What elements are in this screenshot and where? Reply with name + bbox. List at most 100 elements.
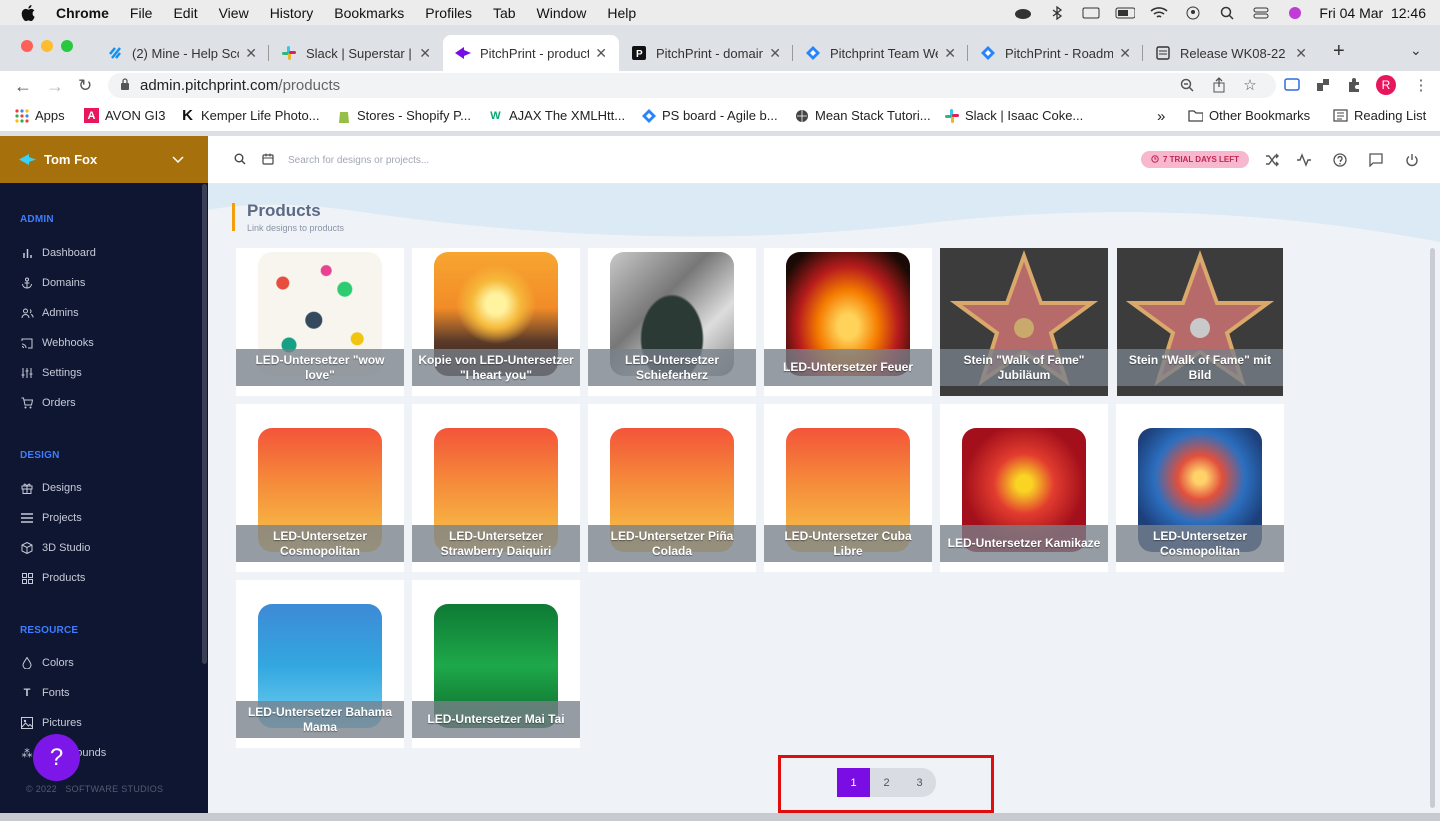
extensions-puzzle-icon[interactable] <box>1345 76 1363 94</box>
content-scrollbar[interactable] <box>1430 248 1435 808</box>
menu-profiles[interactable]: Profiles <box>425 5 472 21</box>
menu-file[interactable]: File <box>130 5 153 21</box>
zoom-window-button[interactable] <box>61 40 73 52</box>
close-tab-icon[interactable]: ✕ <box>245 45 257 62</box>
spotlight-icon[interactable] <box>1217 6 1237 20</box>
bookmark-mean-stack[interactable]: Mean Stack Tutori... <box>794 108 931 123</box>
sidebar-item-3d-studio[interactable]: 3D Studio <box>20 541 90 555</box>
search-input[interactable] <box>288 150 888 170</box>
close-tab-icon[interactable]: ✕ <box>944 45 956 62</box>
product-card[interactable]: LED-Untersetzer Schieferherz <box>588 248 756 396</box>
bookmark-star-icon[interactable]: ☆ <box>1241 76 1259 94</box>
zoom-icon[interactable] <box>1178 76 1196 94</box>
close-tab-icon[interactable]: ✕ <box>595 45 607 62</box>
product-card[interactable]: LED-Untersetzer Bahama Mama <box>236 580 404 748</box>
apple-icon[interactable] <box>18 4 38 21</box>
new-tab-button[interactable]: + <box>1333 40 1345 63</box>
sidebar-item-colors[interactable]: Colors <box>20 656 74 670</box>
menu-help[interactable]: Help <box>607 5 636 21</box>
bookmark-ps-board[interactable]: PS board - Agile b... <box>641 108 778 123</box>
more-vertical-icon[interactable]: ⋮ <box>1412 76 1430 94</box>
menu-bookmarks[interactable]: Bookmarks <box>334 5 404 21</box>
activity-icon[interactable] <box>1296 152 1312 168</box>
control-center-icon[interactable] <box>1251 6 1271 20</box>
tab-pitchprint-products[interactable]: PitchPrint - product ✕ <box>443 35 619 71</box>
tab-pitchprint-team[interactable]: Pitchprint Team We ✕ <box>793 35 968 71</box>
sidebar-item-products[interactable]: Products <box>20 571 85 585</box>
bookmark-ajax[interactable]: W AJAX The XMLHtt... <box>488 108 625 123</box>
profile-avatar[interactable]: R <box>1376 75 1396 95</box>
sidebar-item-fonts[interactable]: T Fonts <box>20 686 70 700</box>
forward-icon[interactable]: → <box>46 76 64 97</box>
reading-list[interactable]: Reading List <box>1333 108 1426 123</box>
product-card[interactable]: Stein "Walk of Fame" mit Bild <box>1117 248 1283 396</box>
product-card[interactable]: LED-Untersetzer Cuba Libre <box>764 404 932 572</box>
sidebar-item-domains[interactable]: Domains <box>20 276 85 290</box>
menu-window[interactable]: Window <box>537 5 587 21</box>
menu-app-chrome[interactable]: Chrome <box>56 5 109 21</box>
sidebar-item-designs[interactable]: Designs <box>20 481 82 495</box>
user-switcher[interactable]: Tom Fox <box>0 136 208 183</box>
tab-slack[interactable]: Slack | Superstar | P ✕ <box>269 35 443 71</box>
tab-search-chevron-icon[interactable]: ⌄ <box>1410 42 1422 59</box>
power-icon[interactable] <box>1404 152 1420 168</box>
user-icon[interactable] <box>1183 6 1203 20</box>
close-tab-icon[interactable]: ✕ <box>419 45 431 62</box>
sidebar-item-settings[interactable]: Settings <box>20 366 82 380</box>
tab-release[interactable]: Release WK08-22 ✕ <box>1143 35 1319 71</box>
product-card[interactable]: LED-Untersetzer Cosmopolitan <box>1116 404 1284 572</box>
display-icon[interactable] <box>1081 6 1101 20</box>
address-bar[interactable]: admin.pitchprint.com/products <box>108 73 1276 98</box>
product-card[interactable]: Kopie von LED-Untersetzer "I heart you" <box>412 248 580 396</box>
minimize-window-button[interactable] <box>41 40 53 52</box>
bookmarks-overflow-button[interactable]: » <box>1157 108 1165 125</box>
search-icon[interactable] <box>234 153 246 165</box>
close-window-button[interactable] <box>21 40 33 52</box>
menu-history[interactable]: History <box>270 5 314 21</box>
product-card[interactable]: LED-Untersetzer Piña Colada <box>588 404 756 572</box>
battery-icon[interactable] <box>1115 6 1136 20</box>
bookmark-kemper[interactable]: K Kemper Life Photo... <box>180 107 319 124</box>
product-card[interactable]: LED-Untersetzer Cosmopolitan <box>236 404 404 572</box>
extension-screen-icon[interactable] <box>1283 76 1301 94</box>
extension-tool-icon[interactable] <box>1314 76 1332 94</box>
bluetooth-icon[interactable] <box>1047 5 1067 20</box>
trial-badge[interactable]: 7 TRIAL DAYS LEFT <box>1141 151 1250 168</box>
bookmark-avon[interactable]: A AVON GI3 <box>84 108 165 123</box>
bookmark-slack[interactable]: Slack | Isaac Coke... <box>944 108 1083 123</box>
product-card[interactable]: LED-Untersetzer Strawberry Daiquiri <box>412 404 580 572</box>
close-tab-icon[interactable]: ✕ <box>769 45 781 62</box>
menu-edit[interactable]: Edit <box>173 5 197 21</box>
tab-pitchprint-roadmap[interactable]: PitchPrint - Roadma ✕ <box>968 35 1143 71</box>
bookmark-shopify[interactable]: Stores - Shopify P... <box>336 108 471 123</box>
product-card[interactable]: LED-Untersetzer Mai Tai <box>412 580 580 748</box>
menu-view[interactable]: View <box>219 5 249 21</box>
message-icon[interactable] <box>1368 152 1384 168</box>
sidebar-item-webhooks[interactable]: Webhooks <box>20 336 94 350</box>
product-card[interactable]: Stein "Walk of Fame" Jubiläum <box>940 248 1108 396</box>
wifi-icon[interactable] <box>1149 6 1169 20</box>
sidebar-item-pictures[interactable]: Pictures <box>20 716 82 730</box>
product-card[interactable]: LED-Untersetzer "wow love" <box>236 248 404 396</box>
sidebar-scrollbar[interactable] <box>202 184 207 664</box>
help-circle-icon[interactable] <box>1332 152 1348 168</box>
sidebar-item-admins[interactable]: Admins <box>20 306 79 320</box>
product-card[interactable]: LED-Untersetzer Feuer <box>764 248 932 396</box>
siri-icon[interactable] <box>1285 6 1305 20</box>
share-icon[interactable] <box>1210 76 1228 94</box>
close-tab-icon[interactable]: ✕ <box>1119 45 1131 62</box>
sidebar-item-orders[interactable]: Orders <box>20 396 76 410</box>
sidebar-item-projects[interactable]: Projects <box>20 511 82 525</box>
help-button[interactable]: ? <box>33 734 80 781</box>
reload-icon[interactable]: ↻ <box>78 76 92 96</box>
cloud-icon[interactable] <box>1013 6 1033 20</box>
shuffle-icon[interactable] <box>1264 152 1280 168</box>
calendar-icon[interactable] <box>262 153 274 165</box>
tab-help-scout[interactable]: (2) Mine - Help Sco ✕ <box>95 35 269 71</box>
tab-pitchprint-domain[interactable]: P PitchPrint - domain ✕ <box>619 35 793 71</box>
product-card[interactable]: LED-Untersetzer Kamikaze <box>940 404 1108 572</box>
menu-tab[interactable]: Tab <box>493 5 516 21</box>
back-icon[interactable]: ← <box>14 76 32 97</box>
other-bookmarks[interactable]: Other Bookmarks <box>1188 108 1310 123</box>
sidebar-item-dashboard[interactable]: Dashboard <box>20 246 96 260</box>
